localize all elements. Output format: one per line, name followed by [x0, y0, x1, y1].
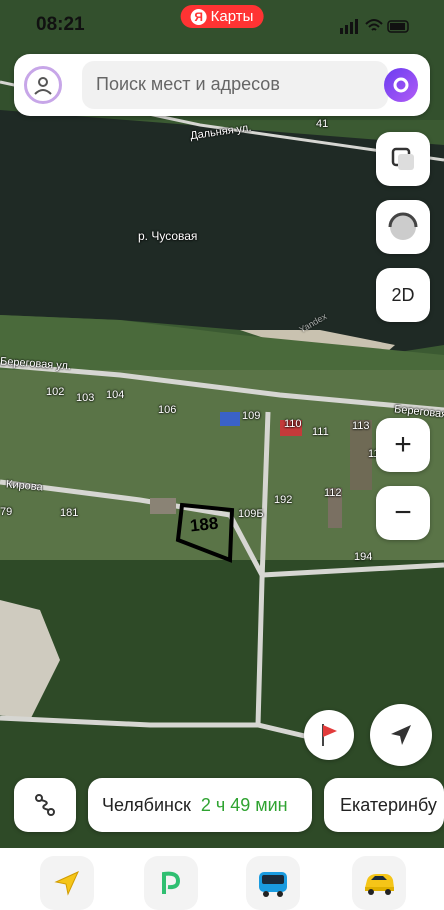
status-icons [340, 18, 410, 34]
house-number: 113 [352, 420, 370, 432]
location-arrow-icon [391, 725, 411, 745]
compass-button[interactable] [376, 200, 430, 254]
search-bar: Поиск мест и адресов [14, 54, 430, 116]
house-number: 109 [242, 410, 261, 422]
house-number: 104 [106, 389, 125, 401]
alice-voice-icon[interactable] [384, 68, 418, 102]
yandex-maps-badge: Я Карты [180, 5, 264, 28]
route-suggestion-chelyabinsk[interactable]: Челябинск 2 ч 49 мин [88, 778, 312, 832]
layers-icon [391, 147, 414, 170]
house-number: 102 [46, 386, 65, 398]
route-city: Екатеринбу [340, 794, 437, 815]
house-number: 79 [0, 506, 13, 518]
route-flag-button[interactable] [304, 710, 354, 760]
navigator-icon [54, 870, 80, 896]
house-number: 112 [324, 487, 342, 499]
compass-icon [388, 212, 418, 240]
tab-taxi[interactable] [352, 856, 406, 910]
house-number: 194 [354, 551, 373, 563]
zoom-out-button[interactable]: − [376, 486, 430, 540]
my-location-button[interactable] [370, 704, 432, 766]
house-number: 103 [76, 392, 95, 404]
search-input[interactable]: Поиск мест и адресов [82, 61, 388, 109]
mode-2d-button[interactable]: 2D [376, 268, 430, 322]
profile-avatar[interactable] [24, 66, 62, 104]
plus-icon: + [394, 428, 412, 461]
minus-icon: − [394, 496, 412, 529]
house-number: 192 [274, 494, 293, 506]
house-number: 109Б [238, 508, 264, 520]
tab-parking[interactable] [144, 856, 198, 910]
zoom-in-button[interactable]: + [376, 418, 430, 472]
house-number: 106 [158, 404, 177, 416]
flag-icon [322, 724, 337, 746]
route-duration: 2 ч 49 мин [200, 794, 288, 815]
tab-transport[interactable] [246, 856, 300, 910]
tab-navigator[interactable] [40, 856, 94, 910]
route-city: Челябинск [102, 794, 191, 815]
taxi-icon [365, 874, 394, 895]
route-icon [35, 794, 55, 816]
mode-2d-label: 2D [391, 284, 415, 305]
transport-icon [259, 872, 287, 897]
route-suggestion-ekaterinburg[interactable]: Екатеринбу [324, 778, 444, 832]
house-number: 110 [284, 418, 302, 430]
route-options-button[interactable] [14, 778, 76, 832]
search-placeholder: Поиск мест и адресов [96, 74, 280, 94]
parking-icon [162, 871, 181, 894]
house-number: 41 [316, 118, 329, 130]
plot-marker-label: 188 [189, 513, 220, 536]
house-number: 181 [60, 507, 79, 519]
river-label: р. Чусовая [138, 229, 198, 243]
brand-label: Карты [210, 8, 254, 25]
bottom-tab-bar [0, 848, 444, 910]
user-icon [34, 77, 52, 95]
layers-button[interactable] [376, 132, 430, 186]
yandex-logo-icon: Я [190, 8, 207, 25]
status-time: 08:21 [36, 14, 85, 35]
house-number: 111 [312, 426, 329, 438]
